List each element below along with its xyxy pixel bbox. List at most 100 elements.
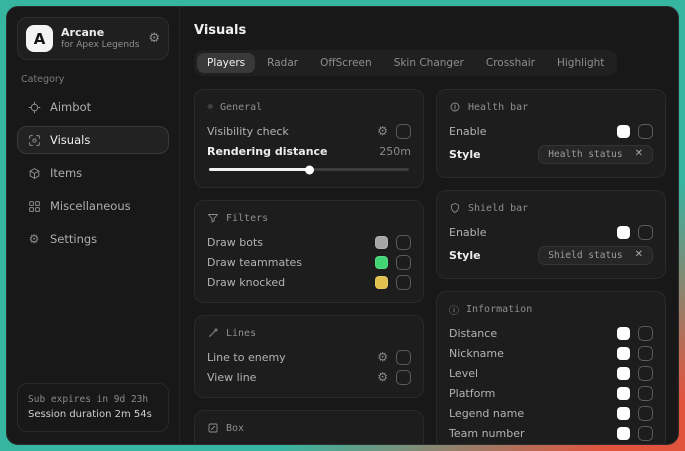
slider-knob[interactable] [305,165,314,174]
checkbox[interactable] [396,235,411,250]
checkbox[interactable] [638,346,653,361]
close-icon[interactable]: ✕ [635,149,643,159]
close-icon[interactable]: ✕ [635,250,643,260]
row-label: Team number [449,427,525,440]
checkbox[interactable] [396,350,411,365]
sidebar-item-visuals[interactable]: Visuals [17,126,169,154]
setting-row: Platform [449,383,653,403]
slider-value: 250m [379,145,411,158]
card-general-header: ☼ General [207,100,411,114]
style-select-value: Shield status [548,250,622,261]
row-label: Enable [449,226,486,239]
tab-offscreen[interactable]: OffScreen [310,53,382,73]
setting-row: Enable [449,121,653,141]
app-subtitle: for Apex Legends [61,40,140,51]
setting-row: Enable [207,442,411,444]
brand-meta: Arcane for Apex Legends [61,26,140,51]
color-swatch[interactable] [617,427,630,440]
color-swatch[interactable] [617,327,630,340]
setting-row: Distance [449,323,653,343]
slider-fill [209,168,309,171]
setting-row: Draw bots [207,232,411,252]
gear-icon[interactable]: ⚙ [377,125,388,137]
color-swatch[interactable] [375,256,388,269]
rendering-distance-slider[interactable] [209,165,409,174]
eye-icon [27,133,41,147]
card-title: Filters [226,213,268,224]
checkbox[interactable] [396,275,411,290]
sidebar-nav: Aimbot Visuals Items Miscellaneous [17,93,169,253]
setting-row: View line ⚙ [207,367,411,387]
setting-row: Enable [449,222,653,242]
gear-icon[interactable]: ⚙ [377,371,388,383]
tab-players[interactable]: Players [197,53,255,73]
color-swatch[interactable] [375,236,388,249]
box-icon [207,422,219,434]
checkbox[interactable] [638,426,653,441]
card-shield-header: Shield bar [449,201,653,215]
gear-icon[interactable]: ⚙ [377,351,388,363]
main-panel: Visuals Players Radar OffScreen Skin Cha… [180,7,678,444]
checkbox[interactable] [396,370,411,385]
tab-radar[interactable]: Radar [257,53,308,73]
setting-row: Draw knocked [207,272,411,292]
category-label: Category [21,74,165,85]
color-swatch[interactable] [617,226,630,239]
page-title: Visuals [194,23,666,38]
row-label: Line to enemy [207,351,286,364]
app-name: Arcane [61,26,140,40]
style-select[interactable]: Health status ✕ [538,145,653,164]
setting-row: Team number [449,423,653,443]
row-label: Style [449,148,481,161]
checkbox[interactable] [638,366,653,381]
setting-row: Visibility check ⚙ [207,121,411,141]
color-swatch[interactable] [617,125,630,138]
sidebar-item-items[interactable]: Items [17,159,169,187]
tab-highlight[interactable]: Highlight [547,53,614,73]
tab-skin-changer[interactable]: Skin Changer [384,53,474,73]
checkbox[interactable] [396,124,411,139]
color-swatch[interactable] [617,407,630,420]
checkbox[interactable] [396,255,411,270]
row-label: Draw knocked [207,276,285,289]
sidebar-item-aimbot[interactable]: Aimbot [17,93,169,121]
checkbox[interactable] [638,326,653,341]
card-information-header: ⓘ Information [449,302,653,316]
sidebar: A Arcane for Apex Legends ⚙ Category Aim… [7,7,180,444]
sidebar-item-settings[interactable]: ⚙ Settings [17,225,169,253]
color-swatch[interactable] [617,367,630,380]
row-label: Enable [449,125,486,138]
right-column: Health bar Enable Style Health status [436,89,666,444]
card-health-header: Health bar [449,100,653,114]
sidebar-item-label: Miscellaneous [50,199,131,213]
style-select[interactable]: Shield status ✕ [538,246,653,265]
style-select-value: Health status [548,149,622,160]
checkbox[interactable] [638,406,653,421]
row-label: Rendering distance [207,145,328,158]
settings-gear-icon[interactable]: ⚙ [148,31,160,46]
grid-icon [27,199,41,213]
subscription-info-box: Sub expires in 9d 23h Session duration 2… [17,383,169,432]
left-column: ☼ General Visibility check ⚙ Rendering d… [194,89,424,444]
sidebar-item-miscellaneous[interactable]: Miscellaneous [17,192,169,220]
card-shield-bar: Shield bar Enable Style Shield status [436,190,666,279]
setting-row: Style Health status ✕ [449,141,653,167]
sub-expires-text: Sub expires in 9d 23h [28,392,158,407]
sidebar-item-label: Settings [50,232,97,246]
tab-crosshair[interactable]: Crosshair [476,53,545,73]
setting-row: Nickname [449,343,653,363]
color-swatch[interactable] [375,276,388,289]
line-icon [207,327,219,339]
row-label: Draw bots [207,236,263,249]
checkbox[interactable] [638,124,653,139]
card-lines-header: Lines [207,326,411,340]
setting-row: Legend name [449,403,653,423]
setting-row: Style Shield status ✕ [449,242,653,268]
color-swatch[interactable] [617,347,630,360]
session-duration-text: Session duration 2m 54s [28,407,158,423]
checkbox[interactable] [638,225,653,240]
setting-row: Line to enemy ⚙ [207,347,411,367]
color-swatch[interactable] [617,387,630,400]
checkbox[interactable] [638,386,653,401]
card-box-header: Box [207,421,411,435]
